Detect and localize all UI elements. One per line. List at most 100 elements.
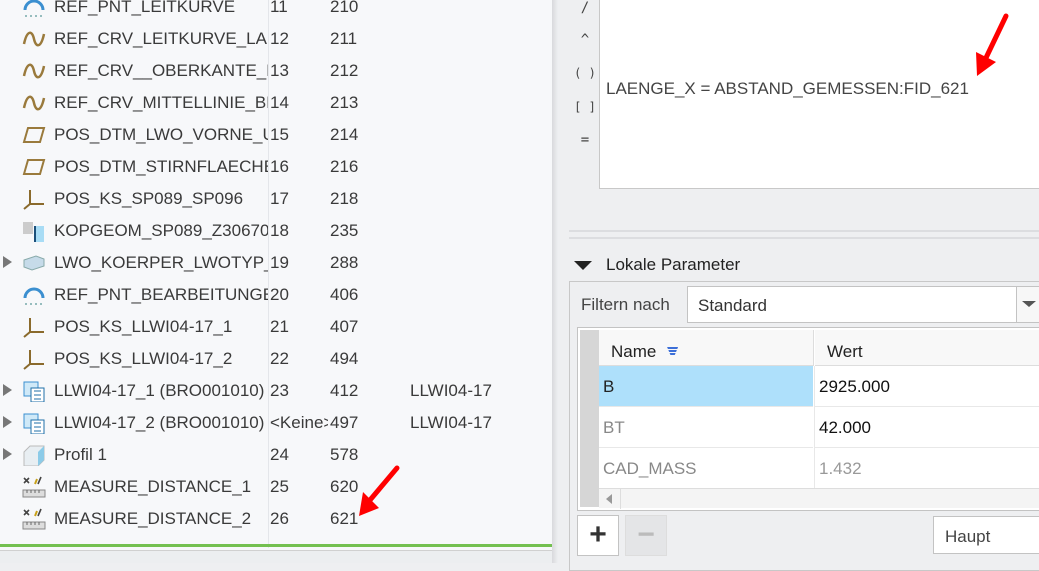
- curve-icon: [22, 92, 46, 114]
- param-value-cell[interactable]: 2925.000: [814, 366, 1039, 407]
- power-operator-button[interactable]: ^: [572, 32, 598, 48]
- tree-row-feature-id: 211: [330, 29, 358, 48]
- tree-row[interactable]: REF_PNT_LEITKURVE 11 210: [0, 0, 552, 23]
- param-value-cell[interactable]: 42.000: [814, 407, 1039, 448]
- coordinate-system-icon: [22, 348, 46, 370]
- relation-formula[interactable]: LAENGE_X = ABSTAND_GEMESSEN:FID_621: [606, 79, 969, 99]
- tree-row-feature-id: 288: [330, 253, 359, 272]
- param-name-cell[interactable]: BT: [599, 407, 813, 448]
- tree-row-number: 15: [270, 125, 289, 144]
- datum-plane-icon: [22, 156, 46, 178]
- column-header-label: Name: [611, 342, 657, 361]
- add-parameter-button[interactable]: +: [577, 515, 619, 556]
- separator: [569, 237, 1039, 239]
- scope-select[interactable]: Haupt: [933, 516, 1039, 554]
- tree-row-feature-id: 620: [330, 477, 359, 496]
- coordinate-system-icon: [22, 188, 46, 210]
- tree-row[interactable]: REF_CRV_LEITKURVE_LAUF 12 211: [0, 23, 552, 55]
- equals-operator-button[interactable]: =: [572, 132, 598, 148]
- tree-row[interactable]: MEASURE_DISTANCE_1 25 620: [0, 471, 552, 503]
- tree-row-name: REF_PNT_LEITKURVE: [54, 0, 236, 16]
- component-icon: [22, 412, 46, 435]
- param-value-cell[interactable]: 1.432: [814, 448, 1039, 489]
- tree-row-name: POS_KS_LLWI04-17_2: [54, 349, 233, 368]
- table-horizontal-scrollbar[interactable]: [599, 488, 1039, 509]
- tree-row-number: 11: [270, 0, 288, 16]
- copy-geometry-icon: [22, 220, 46, 242]
- tree-row-ref: LLWI04-17: [410, 381, 492, 400]
- tree-row-feature-id: 212: [330, 61, 359, 80]
- panel-separator[interactable]: [552, 0, 558, 563]
- expand-arrow-icon[interactable]: [3, 384, 12, 396]
- tree-row[interactable]: REF_CRV__OBERKANTE_PROFIL13 212: [0, 55, 552, 87]
- tree-row[interactable]: POS_KS_LLWI04-17_1 21 407: [0, 311, 552, 343]
- solid-body-icon: [22, 252, 46, 274]
- tree-row-feature-id: 412: [330, 381, 359, 400]
- tree-row[interactable]: POS_DTM_STIRNFLAECHE 16 216: [0, 151, 552, 183]
- tree-row-name: LLWI04-17_1 (BRO001010): [54, 381, 265, 400]
- remove-parameter-button[interactable]: −: [625, 515, 667, 556]
- filter-dropdown-button[interactable]: [1016, 286, 1039, 323]
- datum-point-icon: [22, 284, 46, 306]
- tree-row-name: MEASURE_DISTANCE_1: [54, 477, 252, 496]
- filter-label: Filtern nach: [581, 295, 670, 314]
- tree-row[interactable]: REF_PNT_BEARBEITUNGEN 20 406: [0, 279, 552, 311]
- local-parameters-title[interactable]: Lokale Parameter: [606, 255, 740, 275]
- param-name-cell[interactable]: CAD_MASS: [599, 448, 813, 489]
- parentheses-operator-button[interactable]: ( ): [572, 66, 598, 80]
- tree-row[interactable]: LWO_KOERPER_LWOTYP_1 19 288: [0, 247, 552, 279]
- expand-arrow-icon[interactable]: [3, 256, 12, 268]
- expand-arrow-icon[interactable]: [3, 416, 12, 428]
- tree-row-name: POS_DTM_STIRNFLAECHE: [54, 157, 268, 176]
- datum-point-icon: [22, 0, 46, 18]
- tree-row-name: LLWI04-17_2 (BRO001010): [54, 413, 265, 432]
- profile-icon: [22, 444, 46, 467]
- tree-row[interactable]: POS_DTM_LWO_VORNE_UNTEN15 214: [0, 119, 552, 151]
- expand-arrow-icon[interactable]: [3, 448, 12, 460]
- datum-plane-icon: [22, 124, 46, 146]
- tree-row-name: REF_CRV__OBERKANTE_PROFIL: [54, 61, 268, 80]
- tree-row-feature-id: 406: [330, 285, 359, 304]
- tree-row-name: POS_KS_LLWI04-17_1: [54, 317, 233, 336]
- tree-row[interactable]: POS_KS_SP089_SP096 17 218: [0, 183, 552, 215]
- filter-select[interactable]: Standard: [687, 286, 1017, 323]
- insert-here-marker: [0, 544, 552, 547]
- tree-row[interactable]: KOPGEOM_SP089_Z30670 18 235: [0, 215, 552, 247]
- tree-row[interactable]: LLWI04-17_1 (BRO001010) 23 412 LLWI04-17: [0, 375, 552, 407]
- tree-row-number: 14: [270, 93, 289, 112]
- divide-operator-button[interactable]: /: [572, 0, 598, 16]
- tree-row-feature-id: 235: [330, 221, 359, 240]
- tree-row-number: 26: [270, 509, 289, 528]
- tree-row-number: 21: [270, 317, 289, 336]
- tree-row-feature-id: 214: [330, 125, 359, 144]
- tree-row-name: REF_PNT_BEARBEITUNGEN: [54, 285, 268, 304]
- tree-row-feature-id: 407: [330, 317, 359, 336]
- tree-row-number: 13: [270, 61, 289, 80]
- tree-row-name: REF_CRV_LEITKURVE_LAUF: [54, 29, 268, 48]
- param-name-cell[interactable]: B: [599, 366, 813, 407]
- component-icon: [22, 380, 46, 403]
- collapse-triangle-icon[interactable]: [574, 261, 592, 270]
- filter-sort-icon[interactable]: [667, 347, 679, 355]
- tree-row-number: 22: [270, 349, 289, 368]
- tree-row-number: <Keine>: [270, 413, 328, 432]
- tree-row-name: POS_DTM_LWO_VORNE_UNTEN: [54, 125, 268, 144]
- tree-row[interactable]: Profil 1 24 578: [0, 439, 552, 471]
- tree-row[interactable]: POS_KS_LLWI04-17_2 22 494: [0, 343, 552, 375]
- column-header-value[interactable]: Wert: [815, 330, 1039, 366]
- tree-row-name: KOPGEOM_SP089_Z30670: [54, 221, 268, 240]
- tree-row-number: 18: [270, 221, 289, 240]
- tree-row-feature-id: 218: [330, 189, 359, 208]
- tree-row[interactable]: LLWI04-17_2 (BRO001010) <Keine> 497 LLWI04-…: [0, 407, 552, 439]
- scroll-left-button[interactable]: [599, 489, 621, 509]
- tree-horizontal-scrollbar[interactable]: [0, 550, 552, 563]
- arrow-left-icon: [606, 494, 612, 504]
- column-header-name[interactable]: Name: [599, 330, 814, 366]
- tree-row[interactable]: MEASURE_DISTANCE_2 26 621: [0, 503, 552, 535]
- relation-editor[interactable]: LAENGE_X = ABSTAND_GEMESSEN:FID_621: [599, 0, 1039, 189]
- tree-row-number: 24: [270, 445, 289, 464]
- tree-row-feature-id: 497: [330, 413, 359, 432]
- tree-row[interactable]: REF_CRV_MITTELLINIE_BEARB14 213: [0, 87, 552, 119]
- curve-icon: [22, 28, 46, 50]
- brackets-operator-button[interactable]: [ ]: [572, 100, 598, 114]
